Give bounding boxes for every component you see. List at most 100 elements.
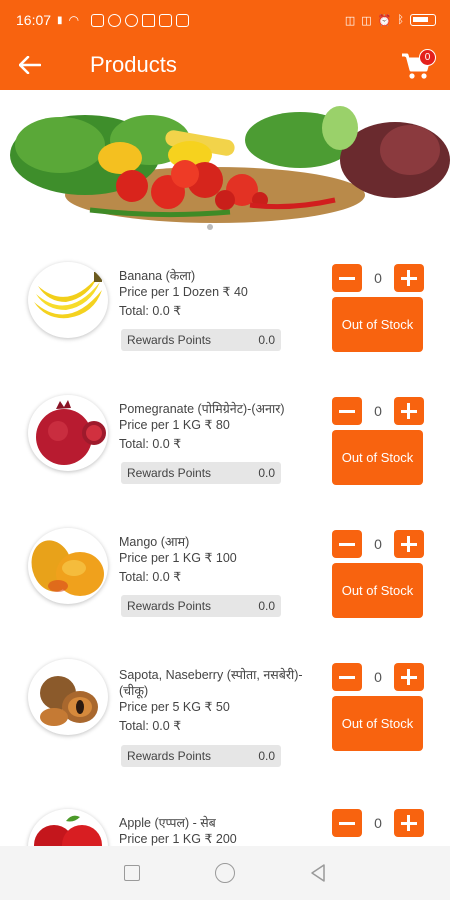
product-name: Mango (आम) [119,535,190,549]
product-price: Price per 1 Dozen ₹ 40 [119,285,248,299]
out-of-stock-button[interactable]: Out of Stock [332,430,423,485]
plus-icon [400,270,417,286]
network-icon: ◫ [361,14,372,27]
cart-button[interactable]: 0 [396,46,436,86]
rewards-points-bar: Rewards Points 0.0 [121,329,281,351]
rewards-points-bar: Rewards Points 0.0 [121,462,281,484]
message-icon [176,13,190,27]
decrease-quantity-button[interactable] [332,530,362,558]
product-card-apple: Apple (एप्पल) - सेब Price per 1 KG ₹ 200… [0,801,450,846]
quantity-stepper: 0 [332,808,424,838]
quantity-value: 0 [374,536,382,552]
product-price: Price per 5 KG ₹ 50 [119,700,230,714]
minus-icon [339,542,355,546]
triangle-back-icon [311,864,326,882]
product-name: Pomegranate (पोमिग्रेनेट)-(अनार) [119,402,285,416]
product-price: Price per 1 KG ₹ 100 [119,551,237,565]
minus-icon [339,821,355,825]
minus-icon [339,675,355,679]
product-card-mango: Mango (आम) Price per 1 KG ₹ 100 Total: 0… [0,518,450,650]
decrease-quantity-button[interactable] [332,809,362,837]
square-icon [123,865,140,881]
rewards-label: Rewards Points [127,333,212,347]
increase-quantity-button[interactable] [393,397,424,425]
pomegranate-image [28,395,108,471]
mango-image [28,528,108,604]
rewards-value: 0.0 [258,599,275,613]
plus-icon [400,536,417,552]
rewards-points-bar: Rewards Points 0.0 [121,595,281,617]
banner-indicator-dot [207,224,213,230]
status-bar: 16:07 ▮ ◠ ◫ ◫ ⏰ ᛒ [0,0,450,40]
quantity-stepper: 0 [332,529,424,559]
product-name: Apple (एप्पल) - सेब [119,816,216,830]
quantity-stepper: 0 [332,396,424,426]
rewards-value: 0.0 [258,466,275,480]
increase-quantity-button[interactable] [393,809,424,837]
drive-icon [142,13,156,27]
product-name: Sapota, Naseberry (स्पोता, नसबेरी)-(चीकू… [119,668,303,698]
out-of-stock-button[interactable]: Out of Stock [332,563,423,618]
network-icon: ◫ [344,14,356,27]
plus-icon [400,669,417,685]
product-card-sapota: Sapota, Naseberry (स्पोता, नसबेरी)-(चीकू… [0,651,450,783]
back-button[interactable] [0,40,60,90]
quantity-value: 0 [374,815,382,831]
increase-quantity-button[interactable] [393,264,424,292]
decrease-quantity-button[interactable] [332,663,362,691]
increase-quantity-button[interactable] [393,663,424,691]
increase-quantity-button[interactable] [393,530,424,558]
wifi-icon: ◠ [68,13,80,27]
product-total: Total: 0.0 ₹ [119,570,182,584]
quantity-value: 0 [374,403,382,419]
status-time: 16:07 [16,12,52,28]
product-price: Price per 1 KG ₹ 200 [119,832,237,846]
rewards-label: Rewards Points [127,466,212,480]
product-name: Banana (केला) [119,269,196,283]
product-card-banana: Banana (केला) Price per 1 Dozen ₹ 40 Tot… [0,252,450,384]
product-card-pomegranate: Pomegranate (पोमिग्रेनेट)-(अनार) Price p… [0,385,450,517]
minus-icon [339,276,355,280]
decrease-quantity-button[interactable] [332,264,362,292]
system-back-button[interactable] [303,858,333,888]
quantity-stepper: 0 [332,662,424,692]
decrease-quantity-button[interactable] [332,397,362,425]
vegetables-banner-image [10,106,450,223]
product-total: Total: 0.0 ₹ [119,437,182,451]
out-of-stock-button[interactable]: Out of Stock [332,696,423,751]
sapota-image [28,659,108,735]
circle-icon [214,863,235,883]
bluetooth-icon: ᛒ [397,14,404,26]
quantity-stepper: 0 [332,263,424,293]
system-navigation-bar [0,846,450,900]
plus-icon [400,815,417,831]
rewards-points-bar: Rewards Points 0.0 [121,745,281,767]
alarm-icon: ⏰ [377,14,392,27]
product-price: Price per 1 KG ₹ 80 [119,418,230,432]
battery-icon [410,14,436,26]
rewards-label: Rewards Points [127,599,212,613]
notification-icon [91,13,105,27]
rewards-label: Rewards Points [127,749,212,763]
signal-icon: ▮ [57,14,63,26]
rewards-value: 0.0 [258,333,275,347]
arrow-left-icon [19,56,41,74]
product-total: Total: 0.0 ₹ [119,304,182,318]
app-bar: Products 0 [0,40,450,90]
gallery-icon [159,13,173,27]
banana-image [28,262,108,338]
product-total: Total: 0.0 ₹ [119,719,182,733]
notification-icon [108,13,122,27]
apple-image [28,809,108,846]
out-of-stock-button[interactable]: Out of Stock [332,297,423,352]
minus-icon [339,409,355,413]
quantity-value: 0 [374,669,382,685]
whatsapp-icon [125,13,139,27]
rewards-value: 0.0 [258,749,275,763]
home-button[interactable] [210,858,240,888]
plus-icon [400,403,417,419]
quantity-value: 0 [374,270,382,286]
cart-count-badge: 0 [419,49,436,66]
recent-apps-button[interactable] [117,858,147,888]
page-title: Products [90,52,177,77]
